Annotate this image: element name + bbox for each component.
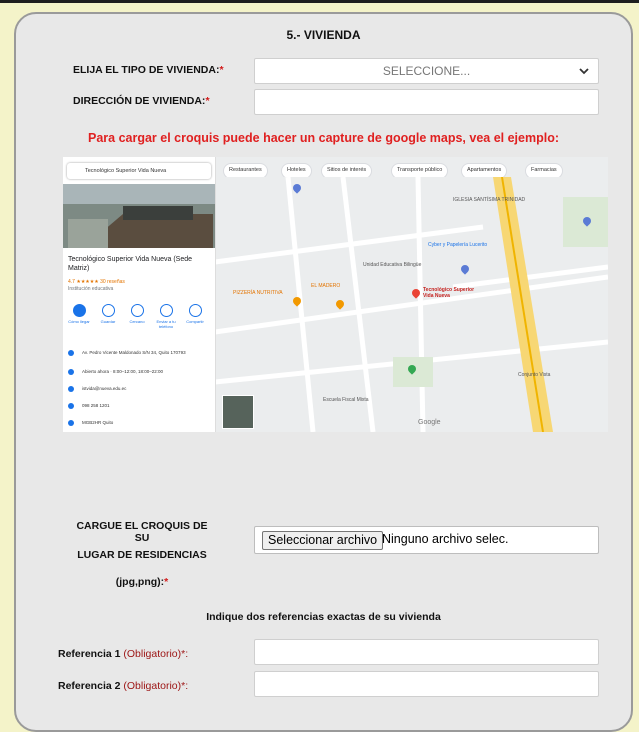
- directions-icon: [72, 304, 86, 317]
- nearby-icon: [130, 304, 144, 317]
- place-photo: [63, 184, 215, 248]
- place-rating: 4.7 ★★★★★ 30 reseñas: [68, 279, 125, 285]
- map-place-label: Conjunto Vista: [518, 372, 551, 378]
- google-maps-example-image: Restaurantes Hoteles Sitios de interés T…: [63, 157, 608, 432]
- croquis-label-format: (jpg,png):: [115, 576, 165, 588]
- action-label: Cercano: [129, 319, 145, 324]
- select-file-button[interactable]: Seleccionar archivo: [262, 531, 384, 550]
- tipo-vivienda-label: ELIJA EL TIPO DE VIVIENDA:*: [73, 64, 224, 76]
- window-top-border: [0, 0, 639, 3]
- chip-hoteles[interactable]: Hoteles: [281, 163, 312, 177]
- chip-transporte[interactable]: Transporte público: [391, 163, 449, 177]
- file-status: Ninguno archivo selec.: [382, 532, 509, 546]
- map-search-box[interactable]: Tecnológico Superior Vida Nueva: [67, 163, 211, 179]
- chip-farmacias[interactable]: Farmacias: [525, 163, 563, 177]
- phone-icon: [68, 403, 74, 409]
- ref-label-text: Referencia 2: [58, 680, 124, 692]
- action-share[interactable]: Compartir: [182, 304, 208, 324]
- info-text: 098 258 1201: [82, 403, 110, 409]
- referencia-1-input[interactable]: [254, 639, 599, 665]
- tipo-vivienda-selected-value: SELECCIONE...: [382, 64, 471, 78]
- action-label: Cómo llegar: [68, 319, 90, 324]
- chip-restaurantes[interactable]: Restaurantes: [223, 163, 268, 177]
- section-title: 5.- VIVIENDA: [286, 28, 361, 42]
- action-label: Enviar a tu teléfono: [156, 319, 176, 329]
- croquis-label-line1: CARGUE EL CROQUIS DE SU: [76, 520, 208, 544]
- referencia-2-label: Referencia 2 (Obligatorio)*:: [58, 680, 188, 692]
- required-mark: *: [219, 64, 224, 76]
- map-place-label: EL MADERO: [311, 283, 341, 289]
- obligatorio-text: (Obligatorio): [123, 648, 182, 660]
- action-save[interactable]: Guardar: [95, 304, 121, 324]
- croquis-label-line3: (jpg,png):*: [72, 576, 212, 588]
- referencias-heading: Indique dos referencias exactas de su vi…: [206, 611, 441, 623]
- chevron-down-icon: [579, 68, 589, 75]
- place-info-panel: Tecnológico Superior Vida Nueva Tecnológ…: [63, 157, 216, 432]
- map-category-chips: Restaurantes Hoteles Sitios de interés T…: [223, 163, 608, 177]
- croquis-file-input[interactable]: Seleccionar archivo Ninguno archivo sele…: [254, 526, 599, 554]
- required-mark: *: [164, 576, 169, 588]
- satellite-layer-thumbnail[interactable]: [222, 395, 254, 429]
- bookmark-icon: [101, 304, 115, 317]
- action-directions[interactable]: Cómo llegar: [66, 304, 92, 324]
- tipo-vivienda-label-text: ELIJA EL TIPO DE VIVIENDA:: [73, 64, 220, 76]
- action-send-phone[interactable]: Enviar a tu teléfono: [153, 304, 179, 329]
- action-label: Compartir: [186, 319, 204, 324]
- action-nearby[interactable]: Cercano: [124, 304, 150, 324]
- direccion-input[interactable]: [254, 89, 599, 115]
- croquis-label-line2: LUGAR DE RESIDENCIAS: [77, 549, 207, 561]
- plus-code-icon: [68, 420, 74, 426]
- map-place-label: Unidad Educativa Bilingüe: [363, 262, 422, 268]
- place-phone: 098 258 1201: [68, 403, 110, 409]
- map-pin-label: Tecnológico Superior Vida Nueva: [423, 287, 475, 299]
- location-icon: [68, 350, 74, 356]
- required-mark: *:: [181, 680, 189, 692]
- clock-icon: [68, 369, 74, 375]
- required-mark: *:: [181, 648, 189, 660]
- referencia-2-input[interactable]: [254, 671, 599, 697]
- ref-label-text: Referencia 1: [58, 648, 124, 660]
- required-mark: *: [205, 95, 210, 107]
- obligatorio-text: (Obligatorio): [123, 680, 182, 692]
- google-logo: Google: [418, 419, 441, 426]
- map-place-label: Escuela Fiscal Mixta: [323, 397, 369, 403]
- place-hours: Abierto ahora · 8:00–12:00, 18:00–22:00: [68, 369, 163, 375]
- map-place-label: Cyber y Papelería Lucerito: [428, 242, 488, 248]
- globe-icon: [68, 386, 74, 392]
- vivienda-section-panel: 5.- VIVIENDA ELIJA EL TIPO DE VIVIENDA:*…: [14, 12, 633, 732]
- place-type: Institución educativa: [68, 286, 114, 292]
- map-search-text: Tecnológico Superior Vida Nueva: [85, 168, 167, 174]
- info-text: MGB2HR Quito: [82, 420, 114, 426]
- phone-icon: [159, 304, 173, 317]
- map-place-label: PIZZERÍA NUTRITIVA: [233, 290, 283, 296]
- map-place-label: IGLESIA SANTÍSIMA TRINIDAD: [453, 197, 526, 203]
- chip-sitios[interactable]: Sitios de interés: [321, 163, 373, 177]
- info-text: istvida@nueva.edu.ec: [82, 386, 127, 392]
- tipo-vivienda-select[interactable]: SELECCIONE...: [254, 58, 599, 84]
- direccion-label: DIRECCIÓN DE VIVIENDA:*: [73, 95, 210, 107]
- share-icon: [188, 304, 202, 317]
- place-photo-art: [63, 184, 215, 248]
- place-name: Tecnológico Superior Vida Nueva (Sede Ma…: [68, 256, 193, 272]
- place-pluscode: MGB2HR Quito: [68, 420, 113, 426]
- action-label: Guardar: [100, 319, 116, 324]
- chip-apartamentos[interactable]: Apartamentos: [461, 163, 508, 177]
- croquis-hint: Para cargar el croquis puede hacer un ca…: [88, 131, 559, 145]
- place-email: istvida@nueva.edu.ec: [68, 386, 126, 392]
- info-text: Abierto ahora · 8:00–12:00, 18:00–22:00: [82, 369, 164, 375]
- place-address: Av. Pedro Vicente Maldonado S/N 34, Quit…: [68, 350, 186, 356]
- referencia-1-label: Referencia 1 (Obligatorio)*:: [58, 648, 188, 660]
- info-text: Av. Pedro Vicente Maldonado S/N 34, Quit…: [82, 350, 186, 356]
- direccion-label-text: DIRECCIÓN DE VIVIENDA:: [73, 95, 206, 107]
